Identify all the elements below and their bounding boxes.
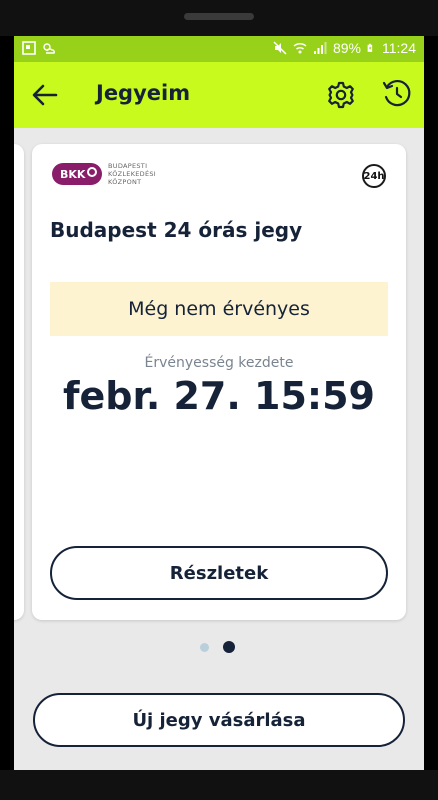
page-dot[interactable] (200, 642, 209, 652)
device-top-bezel (0, 0, 438, 36)
buy-new-ticket-button[interactable]: Új jegy vásárlása (33, 693, 405, 747)
weather-icon (43, 43, 55, 54)
duration-badge: 24h (362, 164, 386, 188)
signal-icon (313, 42, 327, 54)
battery-percent: 89% (332, 40, 361, 56)
screen: 89% 11:24 Jegyeim BKK BUDAPESTI KÖZLEKED… (14, 36, 424, 770)
details-button[interactable]: Részletek (50, 546, 388, 600)
page-dot-active[interactable] (223, 641, 235, 653)
valid-from-label: Érvényesség kezdete (144, 355, 294, 371)
status-left (22, 41, 56, 55)
history-clock-icon[interactable] (381, 78, 413, 110)
speaker-grille (184, 13, 254, 20)
ticket-card[interactable]: BKK BUDAPESTI KÖZLEKEDÉSI KÖZPONT 24h Bu… (32, 144, 406, 620)
mute-icon (273, 41, 287, 55)
device-bottom-bezel (0, 770, 438, 800)
notification-app-icon (22, 41, 36, 55)
previous-ticket-card[interactable] (14, 144, 24, 620)
validity-status-banner: Még nem érvényes (50, 282, 388, 336)
status-bar: 89% 11:24 (14, 36, 424, 62)
wifi-icon (293, 42, 307, 54)
bkk-logo-badge: BKK (52, 163, 102, 185)
issuer-line: KÖZLEKEDÉSI (108, 170, 157, 178)
clock: 11:24 (382, 40, 416, 56)
battery-charging-icon (367, 43, 373, 52)
arrow-left-icon[interactable] (30, 80, 60, 110)
bkk-logo-ring-icon (87, 167, 97, 177)
bkk-logo: BKK BUDAPESTI KÖZLEKEDÉSI KÖZPONT (52, 162, 156, 186)
page-indicator (200, 641, 235, 653)
ticket-name: Budapest 24 órás jegy (50, 218, 303, 242)
valid-from-value: febr. 27. 15:59 (63, 374, 375, 418)
bkk-logo-text: BKK (60, 167, 86, 181)
issuer-line: BUDAPESTI (108, 162, 148, 170)
status-right: 89% 11:24 (273, 40, 416, 56)
issuer-line: KÖZPONT (108, 178, 142, 186)
app-bar: Jegyeim (14, 62, 424, 128)
page-title: Jegyeim (96, 81, 191, 105)
gear-icon[interactable] (326, 80, 356, 110)
issuer-name: BUDAPESTI KÖZLEKEDÉSI KÖZPONT (108, 162, 156, 186)
